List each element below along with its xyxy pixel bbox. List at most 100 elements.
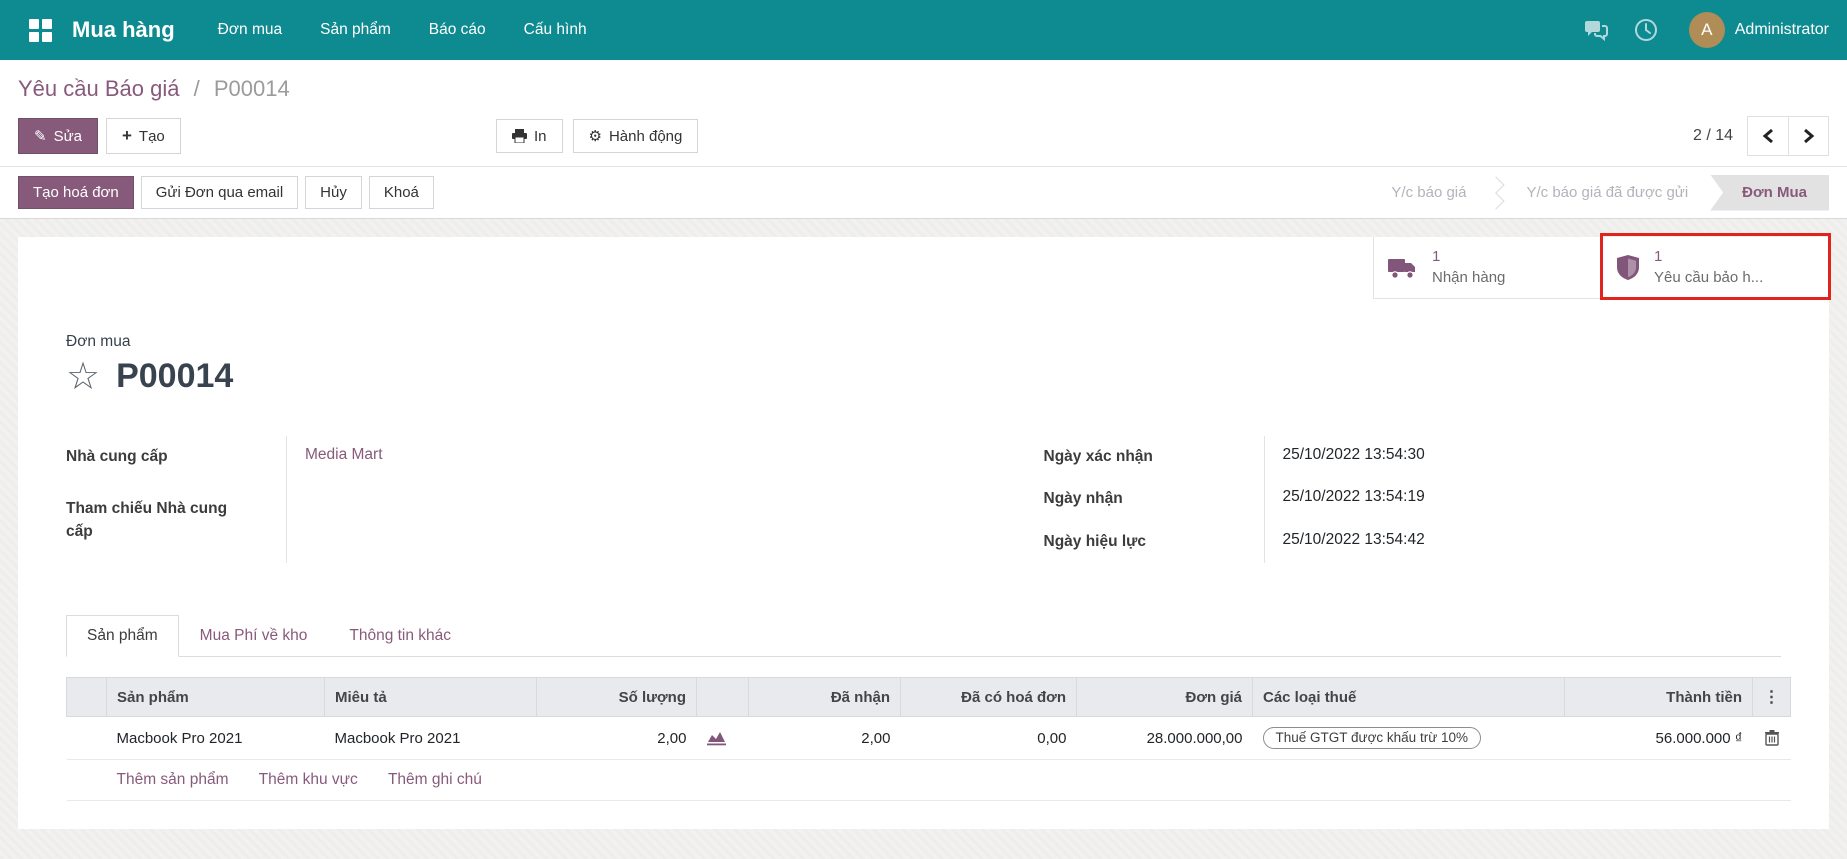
receipts-smart-button[interactable]: 1 Nhận hàng	[1373, 237, 1601, 299]
qty-column-header: Số lượng	[537, 678, 697, 717]
lock-button[interactable]: Khoá	[369, 176, 434, 209]
send-by-email-button[interactable]: Gửi Đơn qua email	[141, 176, 298, 209]
vendor-field-value[interactable]: Media Mart	[286, 436, 924, 488]
tax-badge: Thuế GTGT được khấu trừ 10%	[1263, 727, 1482, 749]
chevron-right-icon	[1803, 129, 1815, 143]
add-section-link[interactable]: Thêm khu vực	[259, 771, 358, 788]
billed-column-header: Đã có hoá đơn	[901, 678, 1077, 717]
control-panel: Yêu cầu Báo giá / P00014 ✎ Sửa + Tạo	[0, 60, 1847, 167]
received-column-header: Đã nhận	[749, 678, 901, 717]
menu-cau-hinh[interactable]: Cấu hình	[505, 0, 606, 60]
warranty-label: Yêu cầu bảo h...	[1654, 268, 1763, 288]
page-background	[0, 829, 1847, 843]
field-group-right: Ngày xác nhận 25/10/2022 13:54:30 Ngày n…	[924, 436, 1782, 563]
tab-landed-costs[interactable]: Mua Phí về kho	[179, 615, 329, 657]
activity-clock-icon[interactable]	[1625, 9, 1667, 51]
warranty-count: 1	[1654, 247, 1763, 267]
print-button[interactable]: In	[496, 119, 563, 153]
menu-bao-cao[interactable]: Báo cáo	[410, 0, 505, 60]
cell-received: 2,00	[749, 717, 901, 760]
breadcrumb-parent-link[interactable]: Yêu cầu Báo giá	[18, 76, 179, 101]
cancel-button[interactable]: Hủy	[305, 176, 362, 209]
tab-other-info[interactable]: Thông tin khác	[328, 615, 472, 657]
smart-button-box: 1 Nhận hàng 1 Yêu cầu bảo h...	[18, 237, 1829, 299]
breadcrumb-separator: /	[194, 76, 200, 101]
receipt-date-value: 25/10/2022 13:54:19	[1264, 478, 1782, 520]
tab-products[interactable]: Sản phẩm	[66, 615, 179, 657]
state-separator-icon	[1488, 175, 1504, 211]
state-rfq[interactable]: Y/c báo giá	[1369, 175, 1488, 211]
create-bill-button[interactable]: Tạo hoá đơn	[18, 176, 134, 209]
cell-taxes: Thuế GTGT được khấu trừ 10%	[1253, 717, 1565, 760]
state-rfq-sent[interactable]: Y/c báo giá đã được gửi	[1504, 175, 1710, 211]
vendor-reference-label: Tham chiếu Nhà cung cấp	[66, 488, 261, 563]
plus-icon: +	[122, 126, 132, 146]
breadcrumb-current: P00014	[214, 76, 290, 101]
messages-icon[interactable]	[1575, 9, 1617, 51]
row-handle[interactable]	[67, 717, 107, 760]
user-name: Administrator	[1735, 21, 1829, 39]
handle-column-header	[67, 678, 107, 717]
vendor-field-label: Nhà cung cấp	[66, 436, 286, 488]
effective-date-value: 25/10/2022 13:54:42	[1264, 521, 1782, 563]
delete-line-button[interactable]	[1753, 717, 1791, 760]
unit-price-column-header: Đơn giá	[1077, 678, 1253, 717]
cell-qty: 2,00	[537, 717, 697, 760]
forecast-report-icon[interactable]	[697, 717, 749, 760]
action-button[interactable]: ⚙ Hành động	[573, 119, 699, 153]
truck-icon	[1388, 256, 1418, 280]
avatar: A	[1689, 12, 1725, 48]
gear-icon: ⚙	[589, 127, 602, 145]
description-column-header: Miêu tả	[325, 678, 537, 717]
receipt-date-label: Ngày nhận	[1044, 478, 1264, 520]
doc-type-label: Đơn mua	[66, 333, 1781, 351]
cell-billed: 0,00	[901, 717, 1077, 760]
add-note-link[interactable]: Thêm ghi chú	[388, 771, 482, 788]
create-button[interactable]: + Tạo	[106, 118, 181, 154]
cell-subtotal: 56.000.000 ₫	[1565, 717, 1753, 760]
subtotal-column-header: Thành tiền	[1565, 678, 1753, 717]
cell-description: Macbook Pro 2021	[325, 717, 537, 760]
pager-previous-button[interactable]	[1748, 117, 1788, 155]
menu-don-mua[interactable]: Đơn mua	[199, 0, 301, 60]
breadcrumb: Yêu cầu Báo giá / P00014	[18, 76, 1829, 102]
taxes-column-header: Các loại thuế	[1253, 678, 1565, 717]
table-footer-links: Thêm sản phẩm Thêm khu vực Thêm ghi chú	[107, 760, 1791, 801]
page-title: P00014	[116, 357, 233, 396]
notebook-tabs: Sản phẩm Mua Phí về kho Thông tin khác	[66, 615, 1781, 657]
pager-next-button[interactable]	[1788, 117, 1828, 155]
optional-columns-icon[interactable]: ⋮	[1753, 678, 1791, 717]
vendor-reference-value	[286, 488, 924, 563]
status-pipeline: Y/c báo giá Y/c báo giá đã được gửi Đơn …	[1369, 175, 1829, 211]
confirm-date-label: Ngày xác nhận	[1044, 436, 1264, 478]
product-column-header: Sản phẩm	[107, 678, 325, 717]
warranty-smart-button[interactable]: 1 Yêu cầu bảo h...	[1601, 237, 1829, 299]
receipts-count: 1	[1432, 247, 1505, 267]
state-purchase-order[interactable]: Đơn Mua	[1710, 175, 1829, 211]
confirm-date-value: 25/10/2022 13:54:30	[1264, 436, 1782, 478]
chevron-left-icon	[1762, 129, 1774, 143]
trash-icon	[1763, 730, 1781, 746]
main-menu: Đơn mua Sản phẩm Báo cáo Cấu hình	[199, 0, 606, 60]
statusbar: Tạo hoá đơn Gửi Đơn qua email Hủy Khoá Y…	[0, 167, 1847, 219]
order-lines-table: Sản phẩm Miêu tả Số lượng Đã nhận Đã có …	[66, 677, 1791, 801]
cell-unit-price: 28.000.000,00	[1077, 717, 1253, 760]
table-row[interactable]: Macbook Pro 2021 Macbook Pro 2021 2,00 2…	[67, 717, 1791, 760]
receipts-label: Nhận hàng	[1432, 268, 1505, 288]
user-menu[interactable]: A Administrator	[1675, 12, 1829, 48]
menu-san-pham[interactable]: Sản phẩm	[301, 0, 410, 60]
effective-date-label: Ngày hiệu lực	[1044, 521, 1264, 563]
form-sheet: 1 Nhận hàng 1 Yêu cầu bảo h...	[18, 237, 1829, 829]
shield-icon	[1616, 254, 1640, 281]
forecast-column-header	[697, 678, 749, 717]
printer-icon	[512, 129, 527, 143]
favorite-star-icon[interactable]: ☆	[66, 358, 100, 396]
edit-button[interactable]: ✎ Sửa	[18, 118, 98, 154]
top-navbar: Mua hàng Đơn mua Sản phẩm Báo cáo Cấu hì…	[0, 0, 1847, 60]
apps-menu-icon[interactable]	[18, 8, 62, 52]
pager-count: 2 / 14	[1693, 127, 1733, 145]
app-name[interactable]: Mua hàng	[72, 17, 175, 43]
pencil-icon: ✎	[34, 127, 47, 145]
add-product-link[interactable]: Thêm sản phẩm	[117, 771, 229, 788]
field-group-left: Nhà cung cấp Media Mart Tham chiếu Nhà c…	[66, 436, 924, 563]
